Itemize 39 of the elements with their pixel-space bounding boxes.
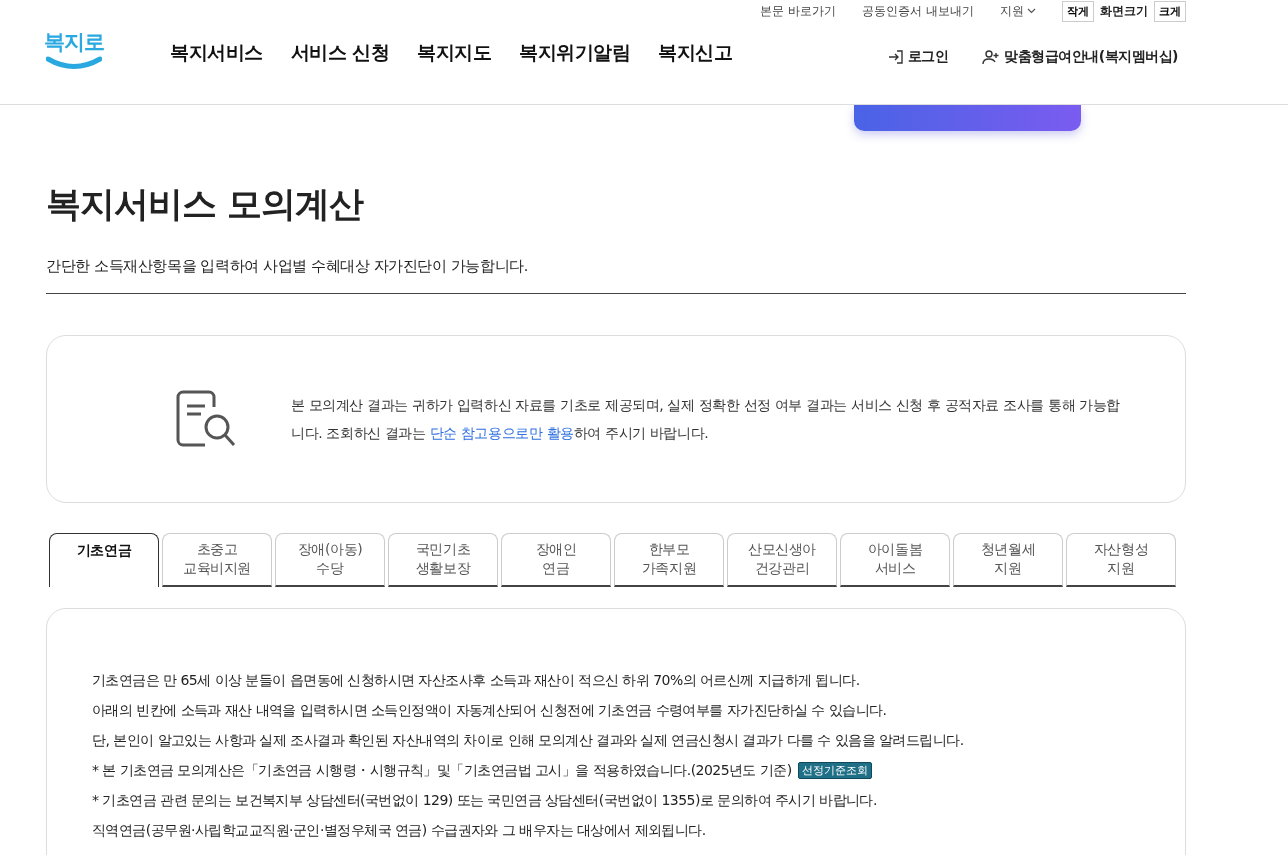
tab[interactable]: 기초연금 [49,533,159,587]
login-icon [887,49,904,65]
criteria-button[interactable]: 선정기준조회 [797,761,872,779]
tab[interactable]: 자산형성 지원 [1066,533,1176,587]
nav-item[interactable]: 서비스 신청 [290,40,390,66]
user-add-icon [982,49,1001,65]
info-text: * 본 기초연금 모의계산은「기초연금 시행령・시행규칙」및「기초연금법 고시」을 적용하였습니다.(2025년도 기준) [92,761,792,780]
info-text: 단, 본인이 알고있는 사항과 실제 조사결과 확인된 자산내역의 차이로 인해 모의계산 결과와 실제 연금신청시 결과가 다를 수 있음을 알려드립니다. [92,731,964,750]
tab[interactable]: 장애인 연금 [501,533,611,587]
document-search-icon [175,389,237,449]
tab[interactable]: 산모신생아 건강관리 [727,533,837,587]
nav-item[interactable]: 복지서비스 [170,40,263,66]
info-text: 아래의 빈칸에 소득과 재산 내역을 입력하시면 소득인정액이 자동계산되어 신청전에 기초연금 수령여부를 자가진단하실 수 있습니다. [92,701,887,720]
page-subtitle: 간단한 소득재산항목을 입력하여 사업별 수혜대상 자가진단이 가능합니다. [46,257,1186,294]
reference-link[interactable]: 단순 참고용으로만 활용 [429,425,574,441]
login-link[interactable]: 로그인 [887,48,949,66]
notice-text: 본 모의계산 결과는 귀하가 입력하신 자료를 기초로 제공되며, 실제 정확한 선정 여부 결과는 서비스 신청 후 공적자료 조사를 통해 가능합니다. 조회하신 결과는 단순 참고용으로만 활용하여 주시기 바랍니다. [291,396,1121,443]
font-smaller-button[interactable]: 작게 [1062,0,1094,22]
utility-link[interactable]: 본문 바로가기 [760,2,837,20]
page-title: 복지서비스 모의계산 [46,183,365,226]
info-text: 직역연금(공무원·사립학교교직원·군인·별정우체국 연금) 수급권자와 그 배우자는 대상에서 제외됩니다. [92,821,706,840]
font-size-label: 화면크기 [1100,2,1148,20]
tab[interactable]: 장애(아동) 수당 [275,533,385,587]
nav-item[interactable]: 복지신고 [658,40,733,66]
membership-link[interactable]: 맞춤형급여안내(복지멤버십) [982,48,1178,66]
tab[interactable]: 초중고 교육비지원 [162,533,272,587]
nav-item[interactable]: 복지지도 [417,40,492,66]
tab[interactable]: 국민기초 생활보장 [388,533,498,587]
support-menu[interactable]: 지원 [1000,2,1036,20]
font-larger-button[interactable]: 크게 [1154,0,1186,22]
banner-button[interactable] [854,105,1081,131]
tab[interactable]: 아이돌봄 서비스 [840,533,950,587]
tab[interactable]: 한부모 가족지원 [614,533,724,587]
nav-item[interactable]: 복지위기알림 [519,40,631,66]
utility-link[interactable]: 공동인증서 내보내기 [862,2,974,20]
info-text: * 기초연금 관련 문의는 보건복지부 상담센터(국번없이 129) 또는 국민연금 상담센터(국번없이 1355)로 문의하여 주시기 바랍니다. [92,791,877,810]
chevron-down-icon [1027,8,1036,14]
tab[interactable]: 청년월세 지원 [953,533,1063,587]
info-text: 기초연금은 만 65세 이상 분들이 읍면동에 신청하시면 자산조사후 소득과 재산이 적으신 하위 70%의 어르신께 지급하게 됩니다. [92,671,860,690]
